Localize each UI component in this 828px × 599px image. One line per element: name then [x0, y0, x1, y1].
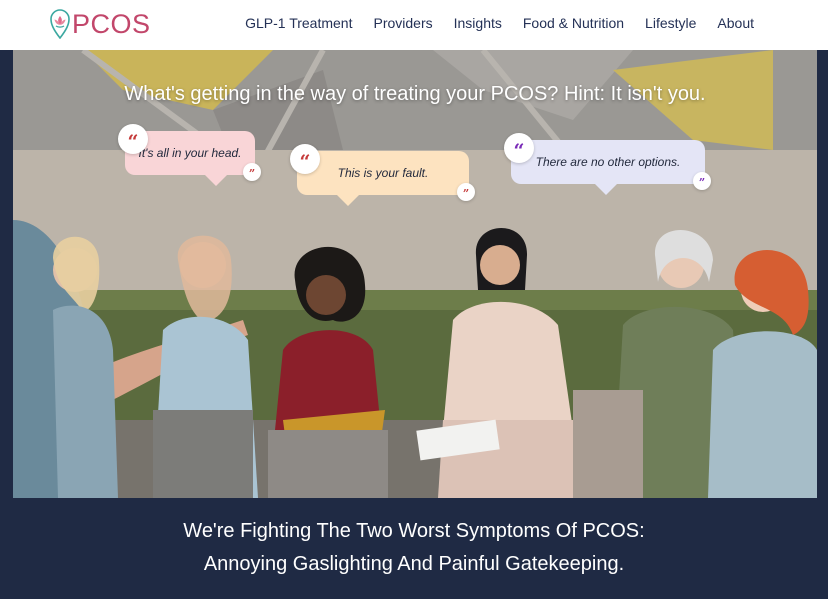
nav-providers[interactable]: Providers	[373, 15, 432, 31]
nav-insights[interactable]: Insights	[454, 15, 502, 31]
quote-open-icon: “	[118, 124, 148, 154]
bubble-text: This is your fault.	[337, 166, 429, 180]
site-logo[interactable]: PCOS	[50, 8, 151, 40]
lotus-logo-icon	[50, 9, 70, 39]
nav-about[interactable]: About	[717, 15, 754, 31]
tagline-line-1: We're Fighting The Two Worst Symptoms Of…	[183, 520, 645, 542]
speech-bubble-head: “ It's all in your head. ”	[118, 124, 261, 186]
main-nav: GLP-1 Treatment Providers Insights Food …	[224, 0, 754, 46]
tagline-section: We're Fighting The Two Worst Symptoms Of…	[0, 498, 828, 599]
bubble-text: It's all in your head.	[138, 146, 242, 160]
bubble-text: There are no other options.	[535, 155, 681, 169]
hero-headline: What's getting in the way of treating yo…	[124, 83, 706, 105]
speech-bubble-fault: “ This is your fault. ”	[290, 144, 475, 206]
site-header: PCOS GLP-1 Treatment Providers Insights …	[0, 0, 828, 50]
tagline-line-2: Annoying Gaslighting And Painful Gatekee…	[203, 553, 625, 575]
quote-close-icon: ”	[457, 183, 475, 201]
speech-bubble-options: “ There are no other options. ”	[504, 133, 711, 195]
nav-glp1-treatment[interactable]: GLP-1 Treatment	[245, 15, 352, 31]
bubble-tail	[337, 195, 359, 206]
bubble-tail	[205, 175, 227, 186]
bubble-tail	[595, 184, 617, 195]
nav-food-nutrition[interactable]: Food & Nutrition	[523, 15, 624, 31]
hero-group-photo	[13, 50, 817, 498]
nav-lifestyle[interactable]: Lifestyle	[645, 15, 696, 31]
quote-open-icon: “	[504, 133, 534, 163]
hero-banner: What's getting in the way of treating yo…	[13, 50, 817, 498]
quote-close-icon: ”	[243, 163, 261, 181]
logo-wordmark: PCOS	[72, 9, 151, 39]
quote-close-icon: ”	[693, 172, 711, 190]
quote-open-icon: “	[290, 144, 320, 174]
